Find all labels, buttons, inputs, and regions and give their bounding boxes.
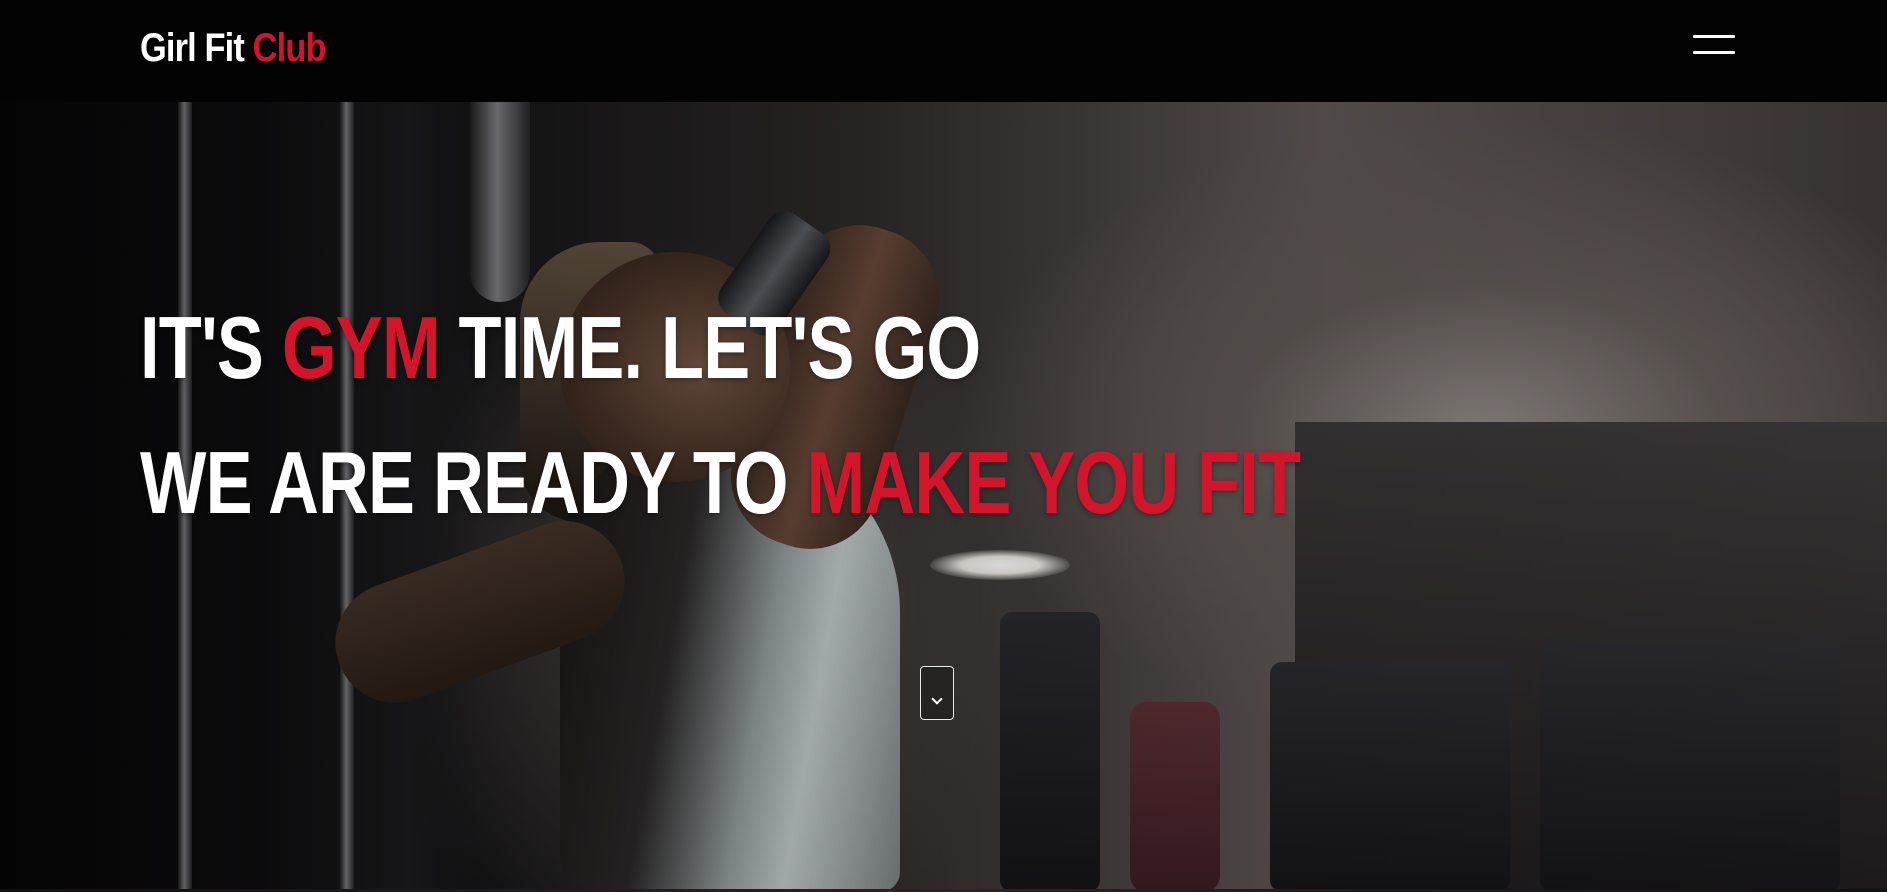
- hamburger-menu-icon[interactable]: [1693, 32, 1735, 58]
- headline-text: IT'S: [140, 297, 282, 397]
- headline-text: TIME. LET'S GO: [439, 297, 982, 397]
- menu-bar-top: [1693, 35, 1735, 38]
- menu-bar-bottom: [1693, 51, 1735, 54]
- top-navbar: Girl Fit Club: [0, 0, 1887, 102]
- brand-name-accent: Club: [252, 26, 327, 70]
- scroll-down-button[interactable]: [920, 666, 954, 720]
- hero-headline-line2: WE ARE READY TO MAKE YOU FIT: [140, 439, 1301, 527]
- headline-text: WE ARE READY TO: [140, 433, 807, 533]
- headline-accent: GYM: [281, 297, 441, 397]
- hero-headline-line1: IT'S GYM TIME. LET'S GO: [140, 303, 981, 392]
- chevron-down-icon: [931, 693, 943, 705]
- headline-accent: MAKE YOU FIT: [806, 433, 1301, 533]
- site-logo[interactable]: Girl Fit Club: [140, 26, 327, 70]
- brand-name-primary: Girl Fit: [140, 26, 253, 70]
